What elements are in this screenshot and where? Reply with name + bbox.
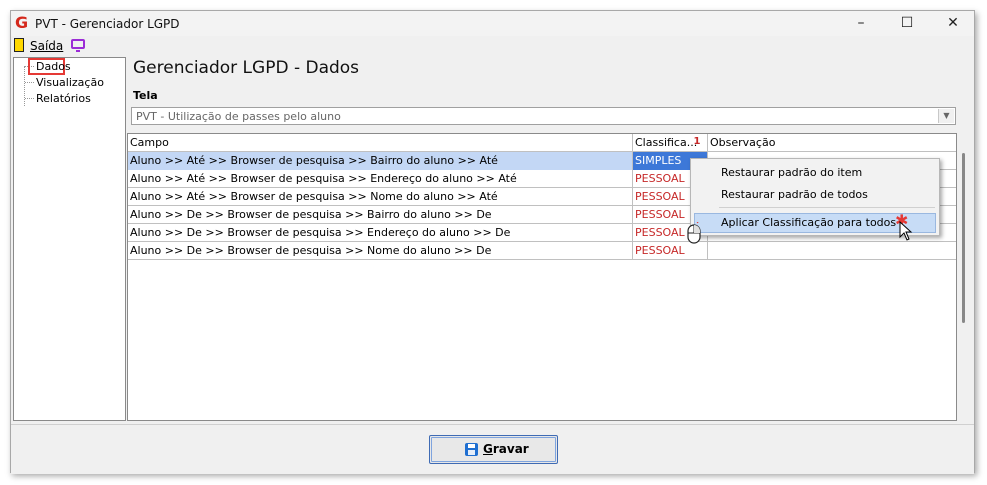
tela-select-value: PVT - Utilização de passes pelo aluno [136, 110, 341, 123]
tree-item-relatorios[interactable]: Relatórios [36, 92, 91, 105]
tela-select[interactable]: PVT - Utilização de passes pelo aluno ▼ [131, 107, 956, 125]
app-window: G PVT - Gerenciador LGPD – ☐ ✕ Saída Dad… [10, 10, 975, 474]
tree-connector [24, 66, 25, 106]
cell-campo[interactable]: Aluno >> De >> Browser de pesquisa >> Ba… [128, 206, 633, 224]
floppy-disk-icon [465, 443, 478, 456]
monitor-icon[interactable] [71, 39, 85, 52]
window-title: PVT - Gerenciador LGPD [35, 17, 180, 31]
cell-campo[interactable]: Aluno >> Até >> Browser de pesquisa >> B… [128, 152, 633, 170]
tela-label: Tela [133, 89, 158, 102]
column-header-classificacao-label: Classifica... [635, 136, 698, 149]
tree-item-dados[interactable]: Dados [36, 60, 71, 73]
tree-connector [25, 98, 34, 99]
cell-campo[interactable]: Aluno >> Até >> Browser de pesquisa >> N… [128, 188, 633, 206]
navigation-tree: Dados Visualização Relatórios [13, 57, 126, 421]
close-button[interactable]: ✕ [930, 11, 976, 36]
sort-indicator-icon: 1 [693, 136, 701, 147]
cell-campo[interactable]: Aluno >> Até >> Browser de pesquisa >> E… [128, 170, 633, 188]
app-logo-icon: G [15, 13, 29, 32]
mouse-pointer-icon [899, 221, 913, 241]
cell-campo[interactable]: Aluno >> De >> Browser de pesquisa >> No… [128, 242, 633, 260]
exit-menu-item[interactable]: Saída [30, 39, 63, 53]
exit-door-icon[interactable] [14, 38, 24, 52]
save-button-label: Gravar [483, 442, 529, 456]
chevron-down-icon[interactable]: ▼ [938, 109, 954, 123]
footer-bar: Gravar [11, 424, 974, 474]
cell-classificacao[interactable]: PESSOAL [633, 242, 708, 260]
page-title: Gerenciador LGPD - Dados [133, 58, 360, 78]
column-header-observacao[interactable]: Observação [708, 134, 956, 151]
title-bar: G PVT - Gerenciador LGPD – ☐ ✕ [11, 11, 974, 36]
tree-connector [25, 82, 34, 83]
menu-separator [719, 207, 935, 208]
vertical-scrollbar[interactable] [962, 133, 968, 423]
menu-bar: Saída [11, 36, 974, 56]
scrollbar-thumb[interactable] [962, 153, 965, 323]
cell-observacao[interactable] [708, 242, 956, 260]
save-button[interactable]: Gravar [429, 435, 558, 464]
cell-campo[interactable]: Aluno >> De >> Browser de pesquisa >> En… [128, 224, 633, 242]
minimize-button[interactable]: – [838, 11, 884, 36]
mouse-right-click-icon [687, 222, 701, 244]
menu-item-restore-all-defaults[interactable]: Restaurar padrão de todos [721, 188, 868, 201]
maximize-button[interactable]: ☐ [884, 11, 930, 36]
grid-header: Campo Classifica... 1 Observação [128, 134, 956, 152]
table-row[interactable]: Aluno >> De >> Browser de pesquisa >> No… [128, 242, 956, 260]
menu-item-restore-item-default[interactable]: Restaurar padrão do item [721, 166, 862, 179]
column-header-campo[interactable]: Campo [128, 134, 633, 151]
column-header-classificacao[interactable]: Classifica... 1 [633, 134, 708, 151]
menu-item-apply-classification-all[interactable]: Aplicar Classificação para todos [721, 216, 896, 229]
tree-item-visualizacao[interactable]: Visualização [36, 76, 104, 89]
